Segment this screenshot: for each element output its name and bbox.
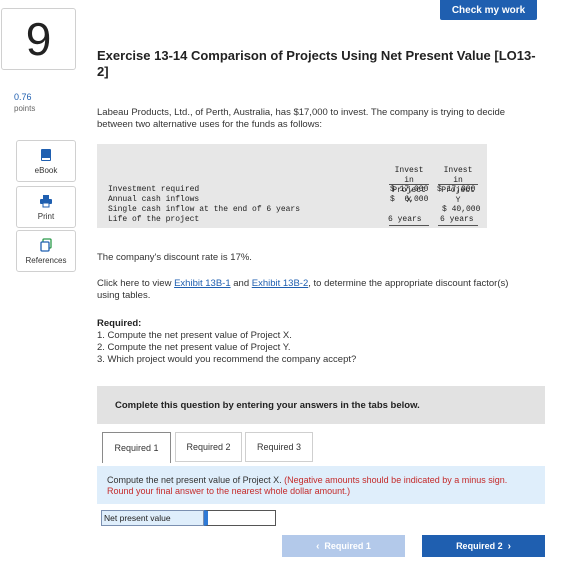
npv-input[interactable]: [204, 510, 276, 526]
references-button[interactable]: References: [16, 230, 76, 272]
chevron-left-icon: ‹: [316, 540, 320, 552]
next-required-button[interactable]: Required 2 ›: [422, 535, 545, 557]
required-heading: Required:: [97, 318, 142, 329]
tab-required-1[interactable]: Required 1: [102, 432, 171, 463]
ebook-label: eBook: [34, 165, 58, 175]
check-my-work-button[interactable]: Check my work: [440, 0, 537, 20]
ebook-button[interactable]: eBook: [16, 140, 76, 182]
required-item: 3. Which project would you recommend the…: [97, 354, 357, 365]
investment-table: Invest in Project X Invest in Project Y Invest…: [97, 144, 487, 228]
table-cell: $ 6,000: [390, 195, 429, 204]
references-label: References: [25, 255, 67, 265]
prev-required-button[interactable]: ‹ Required 1: [282, 535, 405, 557]
table-row-label: Investment required: [108, 185, 200, 194]
table-cell: $ 17,000: [437, 185, 476, 194]
instruction-bar: Compute the net present value of Project…: [97, 466, 545, 504]
exhibit-13b1-link[interactable]: Exhibit 13B-1: [174, 278, 231, 289]
table-row-label: Life of the project: [108, 215, 200, 224]
discount-rate-text: The company's discount rate is 17%.: [97, 252, 252, 263]
npv-label: Net present value: [101, 510, 204, 526]
required-item: 2. Compute the net present value of Proj…: [97, 342, 291, 353]
table-cell: 6 years: [388, 215, 422, 224]
exercise-title: Exercise 13-14 Comparison of Projects Us…: [97, 48, 536, 79]
exhibit-text: Click here to view Exhibit 13B-1 and Exh…: [97, 278, 509, 301]
complete-question-banner: Complete this question by entering your …: [97, 386, 545, 424]
chevron-right-icon: ›: [507, 540, 511, 552]
ebook-icon: [41, 148, 51, 161]
required-item: 1. Compute the net present value of Proj…: [97, 330, 292, 341]
exhibit-13b2-link[interactable]: Exhibit 13B-2: [252, 278, 309, 289]
table-row-label: Single cash inflow at the end of 6 years: [108, 205, 301, 214]
print-label: Print: [37, 211, 55, 221]
points-label: points: [14, 104, 36, 113]
points-value: 0.76: [14, 92, 32, 102]
print-button[interactable]: Print: [16, 186, 76, 228]
table-cell: 6 years: [440, 215, 474, 224]
question-number: 9: [1, 8, 76, 70]
table-cell: $ 40,000: [442, 205, 481, 214]
intro-text: Labeau Products, Ltd., of Perth, Austral…: [97, 107, 506, 130]
print-icon: [40, 194, 52, 207]
tab-required-3[interactable]: Required 3: [245, 432, 313, 462]
table-row-label: Annual cash inflows: [108, 195, 200, 204]
instruction-text: Compute the net present value of Project…: [107, 475, 282, 485]
references-icon: [40, 237, 52, 252]
tab-required-2[interactable]: Required 2: [175, 432, 242, 462]
table-cell: $ 17,000: [390, 185, 429, 194]
